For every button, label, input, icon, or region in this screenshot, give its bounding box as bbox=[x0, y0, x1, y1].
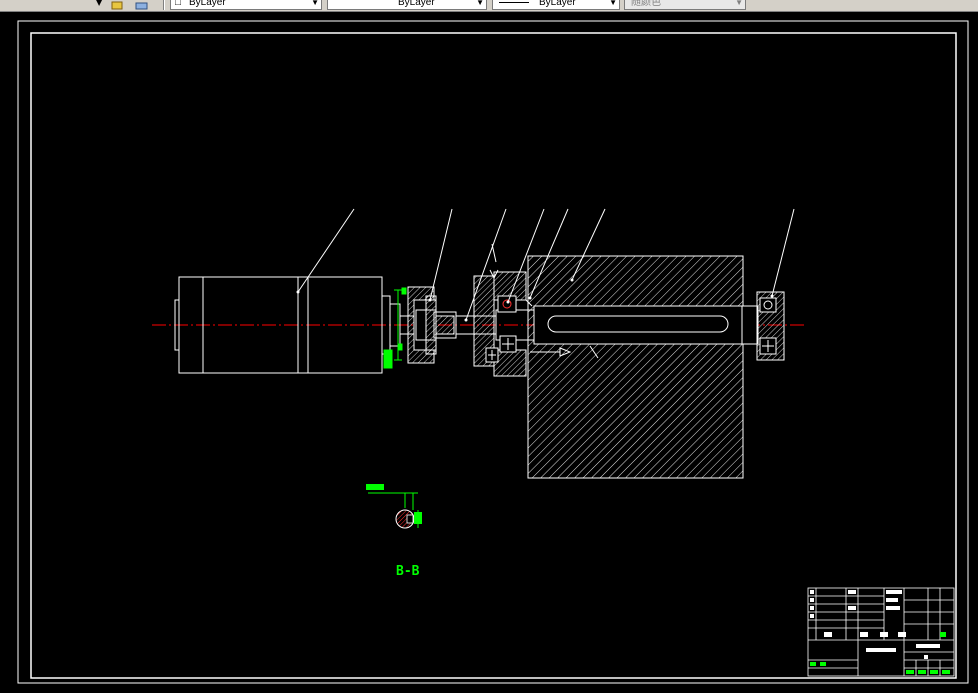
chevron-down-icon[interactable]: ▼ bbox=[735, 0, 743, 9]
lineweight-sample-icon bbox=[499, 2, 529, 3]
plotstyle-dropdown[interactable]: 随颜色 ▼ bbox=[624, 0, 746, 10]
drawing-canvas[interactable] bbox=[0, 12, 978, 693]
bearing-housing-left bbox=[473, 271, 533, 377]
layer-dropdown-value: ByLayer bbox=[189, 0, 226, 8]
lineweight-dropdown[interactable]: ByLayer ▼ bbox=[492, 0, 620, 10]
roller-body bbox=[527, 255, 759, 479]
linetype-dropdown-value: ByLayer bbox=[398, 0, 435, 8]
title-block-fills bbox=[810, 590, 950, 674]
layer-previous-icon[interactable] bbox=[135, 0, 149, 10]
chevron-down-icon[interactable]: ▼ bbox=[311, 0, 319, 9]
lineweight-dropdown-value: ByLayer bbox=[539, 0, 576, 8]
chevron-down-icon[interactable]: ▼ bbox=[476, 0, 484, 9]
coupling bbox=[407, 286, 457, 364]
linetype-dropdown[interactable]: ByLayer ▼ bbox=[327, 0, 487, 10]
layer-dropdown[interactable]: □ ByLayer ▼ bbox=[170, 0, 322, 10]
chevron-down-icon[interactable]: ▼ bbox=[609, 0, 617, 9]
bearing-housing-right bbox=[756, 291, 785, 361]
section-view-b-b bbox=[366, 484, 422, 529]
layer-manager-icon[interactable] bbox=[110, 0, 124, 10]
plotstyle-dropdown-value: 随颜色 bbox=[631, 0, 661, 8]
dimensions bbox=[383, 287, 407, 369]
color-swatch-icon: □ bbox=[175, 0, 182, 8]
section-label: B-B bbox=[396, 564, 420, 579]
properties-toolbar: ▼ □ ByLayer ▼ ByLayer ▼ ByLayer ▼ 随颜色 ▼ bbox=[0, 0, 978, 12]
toolbar-separator bbox=[163, 0, 165, 10]
